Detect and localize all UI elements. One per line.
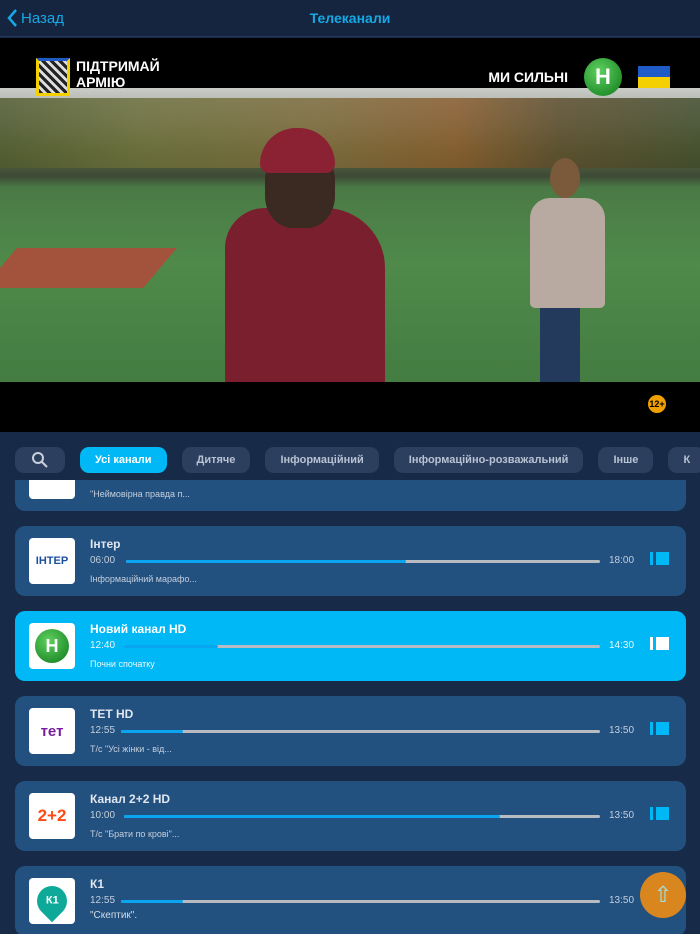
channel-logo: Н xyxy=(29,623,75,669)
channel-logo: тет xyxy=(29,708,75,754)
qr-code-icon xyxy=(36,58,70,96)
end-time: 18:00 xyxy=(609,555,635,566)
progress-fill xyxy=(121,900,184,903)
progress-fill xyxy=(126,560,406,563)
channel-overlay: МИ СИЛЬНІ Н xyxy=(488,58,670,96)
slogan: МИ СИЛЬНІ xyxy=(488,69,568,85)
channel-name: Новий канал HD xyxy=(90,622,187,636)
channel-list[interactable]: "Неймовірна правда п... ІНТЕР Інтер 06:0… xyxy=(15,480,686,934)
filter-more[interactable]: К xyxy=(668,447,700,473)
end-time: 14:30 xyxy=(609,640,635,651)
arrow-up-icon: ⇧ xyxy=(653,882,673,907)
top-bar: Назад Телеканали xyxy=(0,0,700,37)
channel-name: Канал 2+2 HD xyxy=(90,792,171,806)
program-title: Т/с "Брати по крові"... xyxy=(90,829,180,839)
program-title: "Скептик". xyxy=(90,910,138,921)
channel-logo xyxy=(29,480,75,499)
channel-logo: 2+2 xyxy=(29,793,75,839)
start-time: 06:00 xyxy=(90,555,116,566)
channel-card[interactable]: тет ТЕТ HD 12:55 13:50 Т/с "Усі жінки - … xyxy=(15,696,686,766)
progress-bar xyxy=(121,900,600,903)
ukraine-flag-icon xyxy=(638,66,670,88)
filter-other[interactable]: Інше xyxy=(598,447,654,473)
progress-bar xyxy=(123,645,600,648)
start-time: 12:55 xyxy=(90,725,116,736)
progress-fill xyxy=(124,815,501,818)
channel-card[interactable]: "Неймовірна правда п... xyxy=(15,480,686,511)
channel-card[interactable]: ІНТЕР Інтер 06:00 18:00 Інформаційний ма… xyxy=(15,526,686,596)
progress-bar xyxy=(124,815,600,818)
progress-bar xyxy=(121,730,600,733)
catchup-icon[interactable] xyxy=(653,807,669,820)
progress-bar xyxy=(126,560,600,563)
page-title: Телеканали xyxy=(309,10,391,26)
support-army-overlay: ПІДТРИМАЙ АРМІЮ xyxy=(36,58,160,96)
channel-name: Інтер xyxy=(90,537,121,551)
channel-logo: ІНТЕР xyxy=(29,538,75,584)
channel-card-selected[interactable]: Н Новий канал HD 12:40 14:30 Почни споча… xyxy=(15,611,686,681)
filter-infotainment[interactable]: Інформаційно-розважальний xyxy=(393,447,584,473)
start-time: 10:00 xyxy=(90,810,116,821)
progress-fill xyxy=(123,645,219,648)
filter-kids[interactable]: Дитяче xyxy=(181,447,251,473)
start-time: 12:40 xyxy=(90,640,116,651)
channel-name: К1 xyxy=(90,877,104,891)
age-rating-badge: 12+ xyxy=(648,395,666,413)
catchup-icon[interactable] xyxy=(653,722,669,735)
channel-logo: К1 xyxy=(29,878,75,924)
search-button[interactable] xyxy=(15,447,65,473)
channel-card[interactable]: К1 К1 12:55 13:50 "Скептик". xyxy=(15,866,686,934)
channel-name: ТЕТ HD xyxy=(90,707,134,721)
program-title: Т/с "Усі жінки - від... xyxy=(90,744,172,754)
category-filters: Усі канали Дитяче Інформаційний Інформац… xyxy=(15,447,700,473)
catchup-icon[interactable] xyxy=(653,552,669,565)
program-title: "Неймовірна правда п... xyxy=(90,489,190,499)
start-time: 12:55 xyxy=(90,895,116,906)
scroll-to-top-button[interactable]: ⇧ xyxy=(640,872,686,918)
end-time: 13:50 xyxy=(609,725,635,736)
end-time: 13:50 xyxy=(609,810,635,821)
video-player[interactable]: ПІДТРИМАЙ АРМІЮ МИ СИЛЬНІ Н 12+ xyxy=(0,38,700,432)
program-title: Почни спочатку xyxy=(90,659,155,669)
video-frame xyxy=(0,88,700,382)
filter-all-channels[interactable]: Усі канали xyxy=(80,447,167,473)
channel-card[interactable]: 2+2 Канал 2+2 HD 10:00 13:50 Т/с "Брати … xyxy=(15,781,686,851)
filter-info[interactable]: Інформаційний xyxy=(265,447,379,473)
end-time: 13:50 xyxy=(609,895,635,906)
progress-fill xyxy=(121,730,184,733)
program-title: Інформаційний марафо... xyxy=(90,574,197,584)
search-icon xyxy=(32,452,48,468)
channel-logo: Н xyxy=(584,58,622,96)
catchup-icon[interactable] xyxy=(653,637,669,650)
